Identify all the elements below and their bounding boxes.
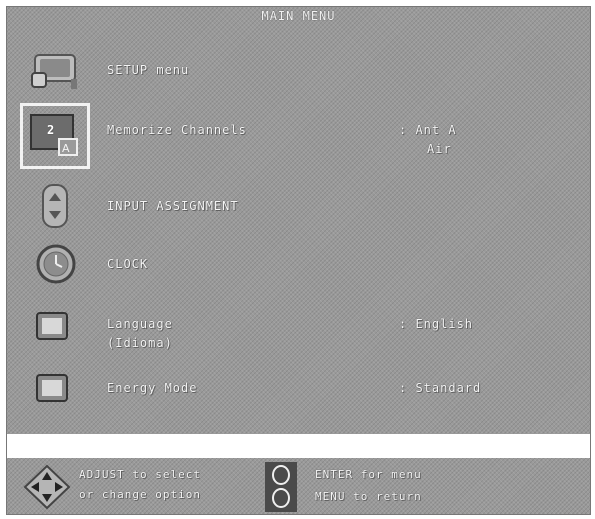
language-value: : English	[399, 317, 474, 331]
menu-item-language-sub: (Idioma)	[107, 336, 173, 350]
menu-item-clock[interactable]: CLOCK	[107, 257, 148, 271]
menu-item-energy-mode[interactable]: Energy Mode	[107, 381, 197, 395]
enter-menu-buttons-icon	[265, 462, 297, 512]
channel-badge: 2	[47, 123, 56, 137]
footer-adjust-line1: ADJUST to select	[79, 468, 201, 481]
menu-item-language[interactable]: Language	[107, 317, 173, 331]
menu-item-input-assignment[interactable]: INPUT ASSIGNMENT	[107, 199, 239, 213]
memorize-channels-value: : Ant A	[399, 123, 457, 137]
menu-title: MAIN MENU	[261, 9, 336, 23]
clock-icon[interactable]	[35, 243, 77, 285]
input-assignment-icon[interactable]	[39, 183, 71, 231]
menu-item-setup[interactable]: SETUP menu	[107, 63, 189, 77]
footer-bar: ADJUST to select or change option ENTER …	[7, 458, 590, 514]
footer-enter-line2: MENU to return	[315, 490, 422, 503]
svg-text:A: A	[62, 142, 70, 155]
language-icon[interactable]	[35, 311, 71, 343]
dpad-icon	[23, 464, 71, 510]
footer-enter-line1: ENTER for menu	[315, 468, 422, 481]
energy-mode-value: : Standard	[399, 381, 482, 395]
memorize-channels-value-air: Air	[427, 142, 452, 156]
menu-item-memorize-channels[interactable]: Memorize Channels	[107, 123, 247, 137]
tv-setup-icon[interactable]	[29, 51, 85, 95]
main-menu-screen: MAIN MENU SETUP menu A 2 Memorize Channe…	[6, 6, 591, 515]
energy-mode-icon[interactable]	[35, 373, 71, 405]
help-strip	[7, 434, 590, 458]
footer-adjust-line2: or change option	[79, 488, 201, 501]
